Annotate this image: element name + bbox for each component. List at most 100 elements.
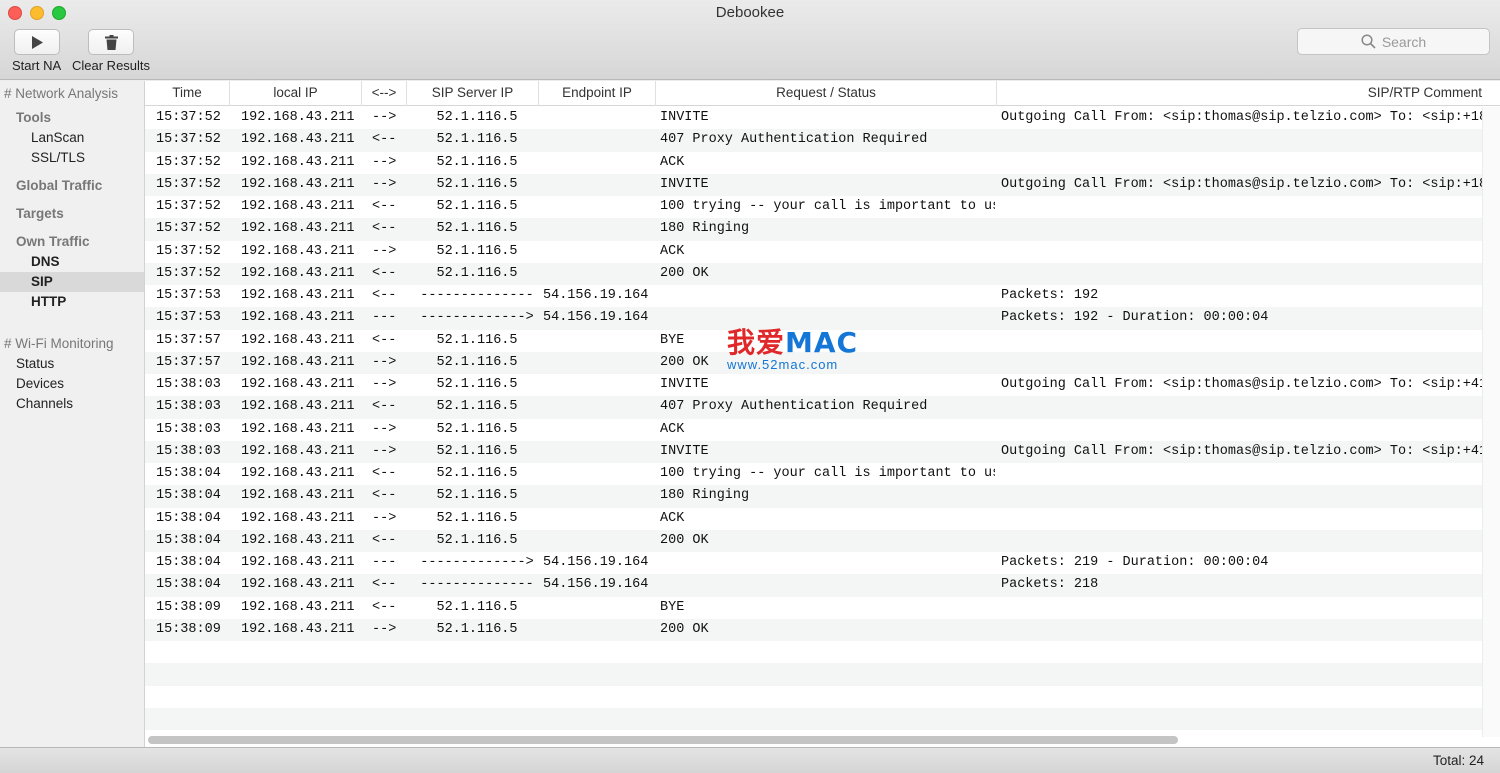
sidebar-item-channels[interactable]: Channels [0, 394, 144, 414]
sidebar-item-http[interactable]: HTTP [0, 292, 144, 312]
cell-endpoint-ip [543, 463, 653, 485]
sidebar-item-targets[interactable]: Targets [0, 204, 144, 224]
cell-local-ip: 192.168.43.211 [241, 555, 355, 570]
cell-request-status: 100 trying -- your call is important to … [660, 199, 995, 214]
table-row[interactable]: 15:38:04 192.168.43.211 <-- -------------- 5… [145, 574, 1482, 597]
cell-local-ip: 192.168.43.211 [241, 377, 355, 392]
cell-direction: <-- [372, 132, 397, 148]
sidebar-item-ssltls[interactable]: SSL/TLS [0, 148, 144, 168]
table-row[interactable] [145, 663, 1482, 686]
table-row[interactable]: 15:38:03 192.168.43.211 --> 52.1.116.5 ACK [145, 419, 1482, 441]
table-row[interactable]: 15:38:03 192.168.43.211 <-- 52.1.116.5 407 P… [145, 396, 1482, 419]
cell-local-ip: 192.168.43.211 [241, 488, 355, 504]
column-header-sip-rtp-comment[interactable]: SIP/RTP Comment [997, 81, 1482, 106]
table-row[interactable]: 15:37:52 192.168.43.211 <-- 52.1.116.5 180 R… [145, 218, 1482, 241]
table-row[interactable]: 15:37:52 192.168.43.211 <-- 52.1.116.5 100 t… [145, 196, 1482, 218]
column-header-direction[interactable]: <--> [362, 81, 407, 106]
table-row[interactable]: 15:38:04 192.168.43.211 --> 52.1.116.5 ACK [145, 508, 1482, 530]
sidebar-section-wifi-monitoring[interactable]: # Wi-Fi Monitoring [0, 334, 144, 354]
table-row[interactable]: 15:37:52 192.168.43.211 --> 52.1.116.5 INVIT… [145, 173, 1482, 196]
table-row[interactable]: 15:37:52 192.168.43.211 --> 52.1.116.5 ACK [145, 152, 1482, 174]
cell-direction: --> [372, 510, 397, 526]
search-field[interactable]: Search [1297, 28, 1490, 55]
cell-time: 15:38:04 [156, 488, 221, 504]
cell-comment [1001, 196, 1482, 218]
cell-local-ip: 192.168.43.211 [241, 310, 355, 326]
table-row[interactable]: 15:38:04 192.168.43.211 <-- 52.1.116.5 200 O… [145, 529, 1482, 552]
table-row[interactable]: 15:37:53 192.168.43.211 <-- -------------- 5… [145, 285, 1482, 307]
table-row[interactable] [145, 641, 1482, 663]
cell-endpoint-ip [543, 263, 653, 285]
column-header-endpoint-ip[interactable]: Endpoint IP [539, 81, 656, 106]
cell-request-status [660, 574, 995, 596]
sidebar-section-network-analysis[interactable]: # Network Analysis [0, 84, 144, 104]
sidebar-group-tools[interactable]: Tools [0, 108, 144, 128]
table-row[interactable]: 15:38:04 192.168.43.211 --- -------------> 5… [145, 552, 1482, 574]
cell-time: 15:37:52 [156, 221, 221, 237]
table-row[interactable]: 15:38:04 192.168.43.211 <-- 52.1.116.5 100 t… [145, 463, 1482, 485]
cell-direction: <-- [372, 599, 397, 615]
table-row[interactable]: 15:37:52 192.168.43.211 <-- 52.1.116.5 407 P… [145, 129, 1482, 152]
cell-comment: Packets: 219 - Duration: 00:00:04 [1001, 555, 1269, 570]
clear-results-button[interactable]: Clear Results [72, 29, 150, 73]
sidebar-group-own-traffic[interactable]: Own Traffic [0, 232, 144, 252]
cell-local-ip: 192.168.43.211 [241, 599, 355, 615]
start-na-button[interactable]: Start NA [12, 29, 61, 73]
column-header-time[interactable]: Time [145, 81, 230, 106]
sidebar-item-lanscan[interactable]: LanScan [0, 128, 144, 148]
cell-comment: Outgoing Call From: <sip:thomas@sip.telz… [1001, 110, 1482, 125]
sidebar-item-global-traffic[interactable]: Global Traffic [0, 176, 144, 196]
table-row[interactable]: 15:37:52 192.168.43.211 --> 52.1.116.5 INVIT… [145, 107, 1482, 129]
table-row[interactable]: 15:38:09 192.168.43.211 --> 52.1.116.5 200 O… [145, 618, 1482, 641]
table-row[interactable] [145, 686, 1482, 708]
cell-direction: <-- [372, 488, 397, 504]
cell-direction: --> [372, 110, 397, 125]
watermark-url: www.52mac.com [727, 357, 839, 372]
table-row[interactable]: 15:38:09 192.168.43.211 <-- 52.1.116.5 BYE [145, 597, 1482, 619]
cell-local-ip: 192.168.43.211 [241, 221, 355, 237]
cell-sip-server-ip: 52.1.116.5 [436, 599, 518, 615]
cell-local-ip: 192.168.43.211 [241, 510, 355, 526]
column-header-local-ip[interactable]: local IP [230, 81, 362, 106]
cell-local-ip: 192.168.43.211 [241, 176, 355, 192]
cell-request-status: INVITE [660, 110, 709, 125]
cell-time: 15:37:57 [156, 354, 221, 370]
column-header-sip-server-ip[interactable]: SIP Server IP [407, 81, 539, 106]
table-row[interactable]: 15:37:52 192.168.43.211 <-- 52.1.116.5 200 O… [145, 262, 1482, 285]
cell-local-ip: 192.168.43.211 [241, 443, 355, 459]
cell-direction: --> [372, 176, 397, 192]
cell-sip-server-ip: -------------- [420, 577, 534, 593]
table-row[interactable]: 15:38:03 192.168.43.211 --> 52.1.116.5 INVIT… [145, 374, 1482, 396]
clear-results-pill[interactable] [88, 29, 135, 55]
table-row[interactable]: 15:38:04 192.168.43.211 <-- 52.1.116.5 180 R… [145, 485, 1482, 508]
cell-comment: Outgoing Call From: <sip:thomas@sip.telz… [1001, 176, 1482, 192]
table-row[interactable]: 15:37:52 192.168.43.211 --> 52.1.116.5 ACK [145, 241, 1482, 263]
cell-endpoint-ip: 54.156.19.164 [543, 577, 649, 593]
cell-time: 15:38:03 [156, 421, 221, 437]
cell-endpoint-ip [543, 174, 653, 196]
table-body: 15:37:52 192.168.43.211 --> 52.1.116.5 INVIT… [145, 107, 1482, 737]
cell-comment [1001, 152, 1482, 174]
sidebar-item-dns[interactable]: DNS [0, 252, 144, 272]
sidebar-item-devices[interactable]: Devices [0, 374, 144, 394]
table-row[interactable] [145, 707, 1482, 730]
cell-direction: <-- [372, 199, 397, 214]
cell-time: 15:38:04 [156, 577, 221, 593]
vertical-scroll-track[interactable] [1482, 107, 1500, 737]
cell-request-status: 200 OK [660, 265, 709, 281]
cell-sip-server-ip: 52.1.116.5 [436, 332, 518, 348]
cell-local-ip: 192.168.43.211 [241, 243, 355, 259]
table-header: Time local IP <--> SIP Server IP Endpoin… [145, 81, 1500, 106]
table-row[interactable]: 15:38:03 192.168.43.211 --> 52.1.116.5 INVIT… [145, 440, 1482, 463]
column-header-request-status[interactable]: Request / Status [656, 81, 997, 106]
cell-direction: --> [372, 243, 397, 259]
start-na-pill[interactable] [13, 29, 60, 55]
sidebar-item-status[interactable]: Status [0, 354, 144, 374]
sidebar-item-sip[interactable]: SIP [0, 272, 144, 292]
cell-comment [1001, 352, 1482, 374]
cell-comment [1001, 129, 1482, 151]
cell-time: 15:38:09 [156, 599, 221, 615]
cell-time: 15:37:52 [156, 243, 221, 259]
sidebar: # Network Analysis Tools LanScan SSL/TLS… [0, 81, 145, 747]
horizontal-scrollbar[interactable] [148, 736, 1178, 744]
